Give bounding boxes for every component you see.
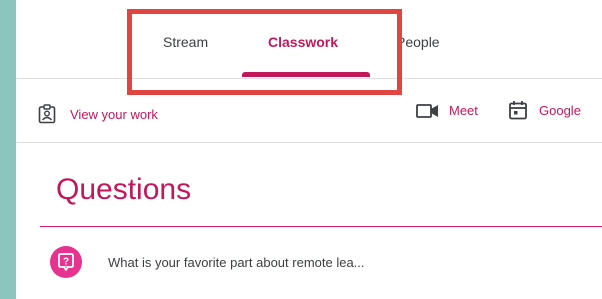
calendar-icon[interactable] [508, 100, 528, 125]
tab-people[interactable]: People [396, 34, 440, 50]
question-icon: ? [50, 246, 82, 278]
classroom-panel: Stream Classwork People View your work M… [16, 0, 602, 299]
toolbar-divider [16, 142, 602, 143]
video-camera-icon[interactable] [416, 103, 440, 124]
tab-stream[interactable]: Stream [163, 34, 208, 50]
tab-classwork[interactable]: Classwork [268, 34, 338, 50]
question-title: What is your favorite part about remote … [108, 255, 365, 270]
assignment-ind-icon [38, 104, 56, 129]
view-your-work-link[interactable]: View your work [70, 107, 158, 122]
section-title: Questions [56, 173, 192, 206]
google-calendar-link[interactable]: Google [539, 103, 581, 118]
tab-bar: Stream Classwork People [16, 0, 602, 79]
section-underline [40, 226, 602, 227]
question-item[interactable]: ? What is your favorite part about remot… [40, 234, 602, 294]
active-tab-indicator [242, 72, 370, 77]
meet-link[interactable]: Meet [449, 103, 478, 118]
svg-text:?: ? [63, 257, 69, 268]
